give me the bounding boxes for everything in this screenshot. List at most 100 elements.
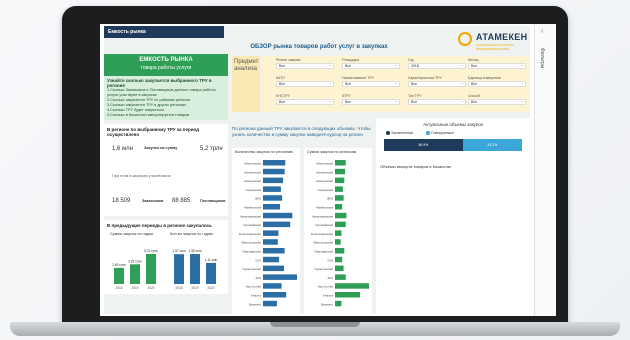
- bar[interactable]: [263, 204, 280, 210]
- bar[interactable]: [335, 204, 343, 210]
- bar[interactable]: [263, 256, 280, 263]
- bar[interactable]: [174, 254, 184, 284]
- data-label: 1,58 млн: [189, 249, 202, 253]
- kpi-card: В регионе по выбранному ТРУ за период ос…: [104, 124, 228, 216]
- collapse-icon[interactable]: ‹: [541, 28, 543, 35]
- bar[interactable]: [335, 248, 345, 254]
- stack-segment-concluded[interactable]: 56,9%: [384, 139, 463, 151]
- tick-label: Шымкент: [321, 302, 334, 306]
- bar[interactable]: [335, 265, 344, 272]
- region-sum-chart[interactable]: Акмолинская Актюбинская Алматинская Атыраус…: [304, 156, 372, 314]
- filter-value[interactable]: Все: [342, 62, 400, 69]
- filters-panel: Регион закупкиВсе ПлощадкаВсе Год2018 Ме…: [262, 56, 530, 112]
- filter-value[interactable]: Все: [468, 62, 526, 69]
- bar[interactable]: [263, 283, 282, 289]
- tick-label: Нур-Султан: [246, 285, 262, 289]
- region-count-chart[interactable]: Акмолинская Актюбинская Алматинская Атыраус…: [232, 156, 300, 314]
- bar[interactable]: [335, 212, 347, 219]
- filter-value[interactable]: Все: [276, 80, 334, 87]
- filter-label: Способ: [468, 94, 481, 98]
- bar[interactable]: [263, 239, 278, 245]
- filter-kato[interactable]: КАТО Все: [276, 76, 334, 87]
- filter-value[interactable]: Все: [276, 62, 334, 69]
- filter-value[interactable]: Все: [342, 98, 400, 105]
- kpi-title: В регионе по выбранному ТРУ за период ос…: [107, 127, 200, 137]
- bar[interactable]: [263, 230, 279, 236]
- filter-value[interactable]: Все: [468, 98, 526, 105]
- filter-value[interactable]: 2018: [408, 62, 466, 69]
- bar[interactable]: [335, 168, 346, 175]
- bar[interactable]: [335, 292, 361, 298]
- bar[interactable]: [335, 283, 369, 289]
- bar[interactable]: [190, 254, 200, 284]
- filter-value[interactable]: Все: [276, 98, 334, 105]
- tick-label: Алматы: [323, 294, 333, 298]
- bar[interactable]: [263, 168, 285, 175]
- filter-month[interactable]: Месяц Все: [468, 58, 526, 69]
- bar[interactable]: [263, 248, 285, 254]
- region-count-title: Количество закупок по регионам: [235, 150, 293, 154]
- bar[interactable]: [335, 300, 342, 307]
- market-subtitle: товара работы услуги: [140, 65, 192, 71]
- filter-value[interactable]: Все: [342, 80, 400, 87]
- bar[interactable]: [263, 212, 293, 219]
- bar[interactable]: [263, 195, 283, 201]
- region-note: По региона данный ТРУ закупается в следу…: [232, 126, 371, 137]
- bar[interactable]: [263, 265, 285, 272]
- filter-label: Единица измерения: [468, 76, 501, 80]
- stack-segment-planned[interactable]: 43,1%: [462, 139, 522, 151]
- filter-year[interactable]: Год 2018: [408, 58, 466, 69]
- tick-label: СКО: [255, 258, 262, 262]
- filter-label: Регион закупки: [276, 58, 301, 62]
- market-answer: 1.Сколько Заказчиков и Поставщиков данно…: [107, 88, 216, 97]
- tick-label: Шымкент: [249, 302, 262, 306]
- bar[interactable]: [263, 292, 287, 298]
- filter-region[interactable]: Регион закупки Все: [276, 58, 334, 69]
- bar[interactable]: [263, 274, 297, 280]
- bar[interactable]: [263, 221, 291, 228]
- bar[interactable]: [335, 221, 346, 228]
- bar[interactable]: [146, 254, 156, 284]
- filter-tru-characteristic[interactable]: Характеристика ТРУ Все: [408, 76, 466, 87]
- data-label: 1,11 млн: [205, 258, 218, 262]
- bar[interactable]: [335, 230, 342, 236]
- tick-label: Жамбылская: [316, 206, 334, 210]
- bar[interactable]: [130, 264, 140, 284]
- report-tab-title[interactable]: Емкость рынка: [104, 26, 224, 38]
- filters-side-panel[interactable]: ‹ Фильтры: [534, 24, 556, 316]
- market-answer: 5.Сколько в Казахстан импортируется това…: [107, 113, 190, 117]
- filter-value[interactable]: Все: [468, 80, 526, 87]
- actual-volumes-panel: Актуальные объемы закупок Заключенные Пл…: [376, 118, 530, 314]
- legend-dot: [386, 131, 390, 136]
- filter-platform[interactable]: Площадка Все: [342, 58, 400, 69]
- bar[interactable]: [263, 186, 281, 192]
- bar[interactable]: [335, 274, 346, 280]
- tick-label: 2019: [131, 286, 138, 290]
- bar[interactable]: [206, 262, 216, 284]
- bar[interactable]: [335, 239, 341, 245]
- atameken-logo: АТАМЕКЕН НАЦИОНАЛЬНАЯ ПАЛАТА ПРЕДПРИНИМА…: [458, 30, 530, 52]
- filter-enstru[interactable]: ЕНСТРУ Все: [276, 94, 334, 105]
- filter-value[interactable]: Все: [408, 80, 466, 87]
- bar[interactable]: [335, 160, 346, 166]
- filter-value[interactable]: Все: [408, 98, 466, 105]
- filter-ktru[interactable]: КТРУ Все: [342, 94, 400, 105]
- bar[interactable]: [335, 195, 344, 201]
- bar[interactable]: [263, 160, 286, 166]
- tick-label: ВКО: [255, 197, 261, 201]
- filter-tru-name[interactable]: Наименование ТРУ Все: [342, 76, 400, 87]
- bar[interactable]: [263, 177, 284, 184]
- actual-stacked-bar[interactable]: 56,9% 43,1%: [384, 139, 522, 151]
- kpi-customers-value: 18 509: [112, 198, 131, 204]
- kpi-customers-label: Заказчиков: [142, 199, 164, 203]
- left-column: ЕМКОСТЬ РЫНКА товара работы услуги Узнай…: [104, 54, 228, 294]
- filter-method[interactable]: Способ Все: [468, 94, 526, 105]
- bar[interactable]: [335, 186, 343, 192]
- tick-label: Мангистауская: [314, 241, 334, 245]
- bar[interactable]: [114, 267, 124, 284]
- filter-tru-type[interactable]: Тип ТРУ Все: [408, 94, 466, 105]
- bar[interactable]: [335, 177, 345, 184]
- filter-unit[interactable]: Единица измерения Все: [468, 76, 526, 87]
- bar[interactable]: [263, 300, 277, 307]
- bar[interactable]: [335, 256, 343, 263]
